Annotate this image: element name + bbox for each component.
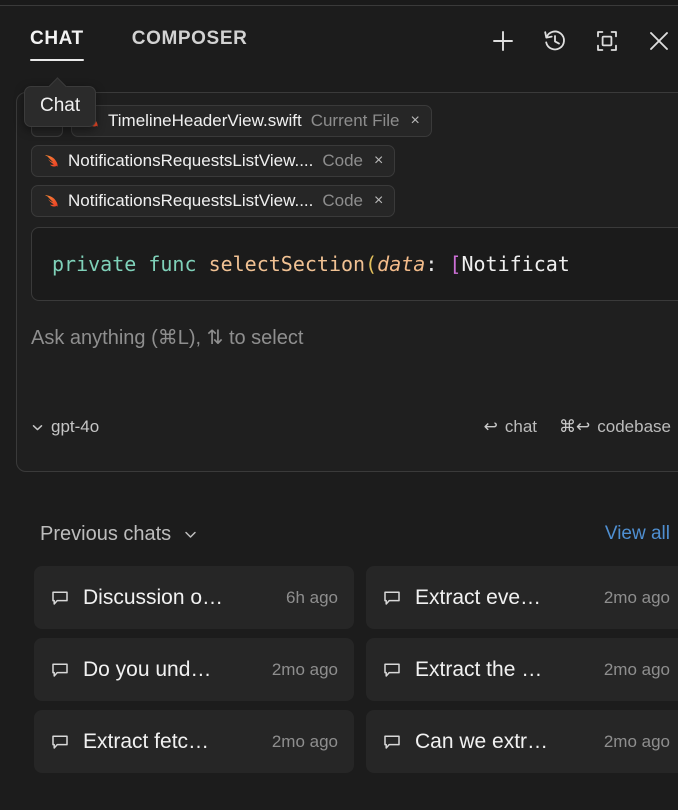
model-selector[interactable]: gpt-4o	[31, 417, 99, 437]
chat-bubble-icon	[382, 660, 402, 680]
swift-file-icon	[42, 193, 59, 210]
list-item[interactable]: Extract eve… 2mo ago	[366, 566, 678, 629]
list-item[interactable]: Extract fetc… 2mo ago	[34, 710, 354, 773]
code-token: selectSection	[209, 252, 366, 276]
chip-kind-label: Code	[322, 191, 363, 211]
chip-file-name: TimelineHeaderView.swift	[108, 111, 302, 131]
panel-tabs: CHAT COMPOSER	[30, 28, 247, 61]
code-token: [	[449, 252, 461, 276]
chat-title: Extract fetc…	[83, 730, 209, 754]
previous-chats-grid: Discussion o… 6h ago Extract eve… 2mo ag…	[34, 566, 678, 773]
previous-chats-header: Previous chats View all	[16, 506, 678, 562]
code-token: data	[377, 252, 425, 276]
composer-footer: gpt-4o ↩ chat ⌘↩ codebase	[31, 400, 678, 454]
submit-chat-action[interactable]: ↩ chat	[484, 417, 537, 437]
chat-title: Can we extr…	[415, 730, 548, 754]
submit-chat-label: chat	[505, 417, 537, 437]
chat-bubble-icon	[50, 660, 70, 680]
plus-icon[interactable]	[490, 28, 516, 54]
chat-timestamp: 6h ago	[276, 588, 338, 608]
chip-remove-icon[interactable]: ×	[374, 153, 383, 169]
view-all-label: View all	[605, 523, 670, 544]
code-token: func	[148, 252, 196, 276]
code-snippet-preview[interactable]: private func selectSection(data: [Notifi…	[31, 227, 678, 301]
chat-title: Extract the …	[415, 658, 542, 682]
submit-codebase-label: codebase	[597, 417, 671, 437]
chat-title: Discussion o…	[83, 586, 223, 610]
code-token: :	[425, 252, 449, 276]
previous-chats-title: Previous chats	[40, 523, 171, 546]
code-token: Notificat	[461, 252, 569, 276]
swift-file-icon	[42, 153, 59, 170]
chip-file-name: NotificationsRequestsListView....	[68, 151, 313, 171]
list-item[interactable]: Do you und… 2mo ago	[34, 638, 354, 701]
tooltip-label: Chat	[40, 95, 80, 116]
prompt-input[interactable]: Ask anything (⌘L), ⇅ to select	[31, 325, 678, 350]
chip-file-name: NotificationsRequestsListView....	[68, 191, 313, 211]
context-chip-row-3: NotificationsRequestsListView.... Code ×	[31, 185, 678, 217]
chat-bubble-icon	[50, 588, 70, 608]
chat-tab-tooltip: Chat	[24, 86, 96, 127]
list-item[interactable]: Can we extr… 2mo ago	[366, 710, 678, 773]
tab-composer-label: COMPOSER	[132, 28, 248, 49]
panel-header: CHAT COMPOSER	[0, 6, 678, 72]
cmd-enter-key-icon: ⌘↩	[559, 417, 590, 437]
chat-panel-window: CHAT COMPOSER	[0, 0, 678, 810]
panel-header-actions	[490, 28, 678, 54]
tab-chat-label: CHAT	[30, 28, 84, 49]
tab-composer[interactable]: COMPOSER	[132, 28, 248, 61]
context-chip-code-2[interactable]: NotificationsRequestsListView.... Code ×	[31, 185, 395, 217]
chat-bubble-icon	[50, 732, 70, 752]
chip-kind-label: Current File	[311, 111, 400, 131]
chat-timestamp: 2mo ago	[262, 732, 338, 752]
chat-timestamp: 2mo ago	[594, 588, 670, 608]
code-token: private	[52, 252, 136, 276]
previous-chats-toggle[interactable]: Previous chats	[40, 523, 198, 546]
context-chip-row-1: TimelineHeaderView.swift Current File ×	[31, 105, 678, 137]
composer-panel: TimelineHeaderView.swift Current File × …	[16, 92, 678, 472]
context-chip-current-file[interactable]: TimelineHeaderView.swift Current File ×	[71, 105, 432, 137]
composer-submit-actions: ↩ chat ⌘↩ codebase	[484, 417, 678, 437]
view-all-link[interactable]: View all	[605, 523, 670, 545]
context-chip-code-1[interactable]: NotificationsRequestsListView.... Code ×	[31, 145, 395, 177]
chip-kind-label: Code	[322, 151, 363, 171]
chat-bubble-icon	[382, 732, 402, 752]
code-token: (	[365, 252, 377, 276]
prompt-placeholder-text: Ask anything (⌘L), ⇅ to select	[31, 327, 303, 349]
chip-remove-icon[interactable]: ×	[411, 113, 420, 129]
chip-remove-icon[interactable]: ×	[374, 193, 383, 209]
chat-timestamp: 2mo ago	[262, 660, 338, 680]
close-icon[interactable]	[646, 28, 672, 54]
chat-timestamp: 2mo ago	[594, 660, 670, 680]
list-item[interactable]: Extract the … 2mo ago	[366, 638, 678, 701]
code-space	[197, 252, 209, 276]
model-name-label: gpt-4o	[51, 417, 99, 437]
chat-title: Do you und…	[83, 658, 211, 682]
maximize-icon[interactable]	[594, 28, 620, 54]
enter-key-icon: ↩	[484, 417, 498, 437]
history-icon[interactable]	[542, 28, 568, 54]
code-space	[136, 252, 148, 276]
chevron-down-icon	[183, 527, 198, 542]
chat-title: Extract eve…	[415, 586, 541, 610]
submit-codebase-action[interactable]: ⌘↩ codebase	[559, 417, 678, 437]
chat-timestamp: 2mo ago	[594, 732, 670, 752]
list-item[interactable]: Discussion o… 6h ago	[34, 566, 354, 629]
context-chip-row-2: NotificationsRequestsListView.... Code ×	[31, 145, 678, 177]
chevron-down-icon	[31, 421, 44, 434]
chat-bubble-icon	[382, 588, 402, 608]
tab-chat[interactable]: CHAT	[30, 28, 84, 61]
